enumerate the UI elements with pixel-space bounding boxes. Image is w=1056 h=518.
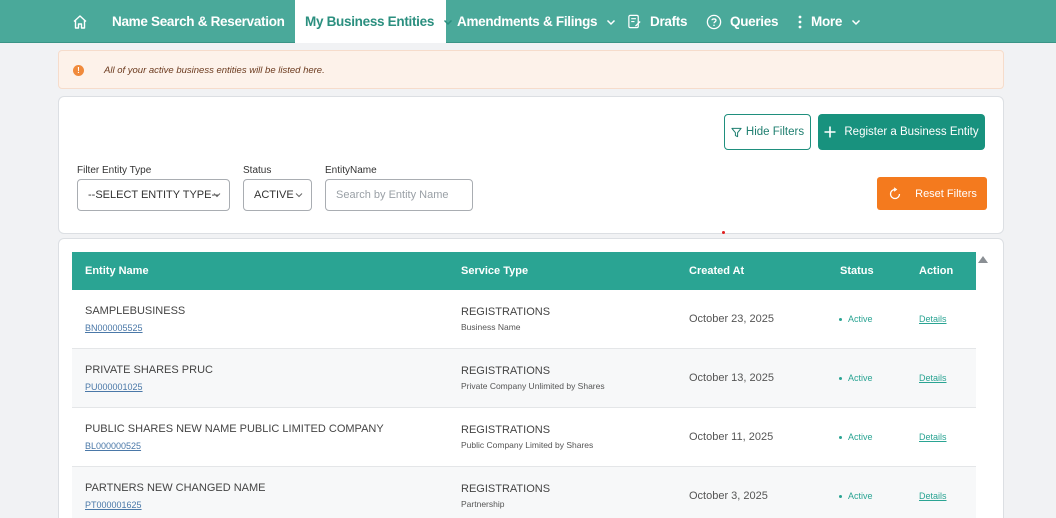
entity-code-link[interactable]: PT000001625 <box>85 500 142 510</box>
entities-table-card: Entity Name Service Type Created At Stat… <box>58 238 1004 518</box>
refresh-icon <box>889 186 901 199</box>
nav-my-business-entities[interactable]: My Business Entities <box>295 0 453 43</box>
entity-name: PRIVATE SHARES PRUC <box>85 364 213 376</box>
filter-icon <box>731 127 742 137</box>
header-entity-name: Entity Name <box>85 265 149 277</box>
chevron-down-icon <box>295 193 303 198</box>
hide-filters-label: Hide Filters <box>745 126 805 138</box>
entity-name: PUBLIC SHARES NEW NAME PUBLIC LIMITED CO… <box>85 423 384 435</box>
created-at: October 3, 2025 <box>689 490 768 502</box>
status-badge: Active <box>839 314 873 324</box>
entity-type-select[interactable]: --SELECT ENTITY TYPE-- <box>77 179 230 211</box>
service-type: REGISTRATIONS <box>461 306 551 318</box>
status-badge: Active <box>839 432 873 442</box>
created-at: October 13, 2025 <box>689 372 775 384</box>
nav-drafts[interactable]: Drafts <box>616 0 695 43</box>
service-subtype: Public Company Limited by Shares <box>461 440 594 450</box>
entity-name-placeholder: Search by Entity Name <box>336 189 449 201</box>
status-dot-icon <box>839 377 842 381</box>
entity-name-label: EntityName <box>325 165 377 176</box>
entity-name-search-input[interactable]: Search by Entity Name <box>325 179 473 211</box>
status-value: ACTIVE <box>254 189 294 201</box>
status-label: Status <box>243 165 272 176</box>
drafts-icon <box>628 14 641 29</box>
chevron-down-icon <box>213 193 221 198</box>
created-at: October 11, 2025 <box>689 431 774 443</box>
chevron-down-icon <box>607 19 616 25</box>
chevron-down-icon <box>852 19 861 25</box>
table-row: SAMPLEBUSINESS BN000005525 REGISTRATIONS… <box>72 290 976 349</box>
plus-icon <box>824 126 836 138</box>
details-link[interactable]: Details <box>919 432 947 442</box>
table-row: PRIVATE SHARES PRUC PU000001025 REGISTRA… <box>72 349 976 408</box>
service-type: REGISTRATIONS <box>461 365 551 377</box>
reset-filters-label: Reset Filters <box>915 187 977 200</box>
nav-drafts-label: Drafts <box>650 14 688 29</box>
entity-code-link[interactable]: BL000000525 <box>85 441 141 451</box>
nav-my-business-entities-label: My Business Entities <box>305 14 435 29</box>
details-link[interactable]: Details <box>919 373 947 383</box>
alert-icon: ! <box>73 65 84 76</box>
nav-more-label: More <box>811 14 843 29</box>
status-badge: Active <box>839 373 873 383</box>
created-at: October 23, 2025 <box>689 313 775 325</box>
nav-queries[interactable]: Queries <box>695 0 785 43</box>
scroll-up-arrow-icon[interactable] <box>978 256 988 263</box>
table-row: PARTNERS NEW CHANGED NAME PT000001625 RE… <box>72 467 976 518</box>
nav-amendments-filings-label: Amendments & Filings <box>457 14 598 29</box>
entity-code-link[interactable]: PU000001025 <box>85 382 143 392</box>
top-navbar: Name Search & Reservation My Business En… <box>0 0 1056 43</box>
hide-filters-button[interactable]: Hide Filters <box>724 114 811 150</box>
table-row: PUBLIC SHARES NEW NAME PUBLIC LIMITED CO… <box>72 408 976 467</box>
entity-name: PARTNERS NEW CHANGED NAME <box>85 482 266 494</box>
nav-home[interactable] <box>60 0 100 43</box>
status-text: Active <box>848 314 873 324</box>
register-business-entity-button[interactable]: Register a Business Entity <box>818 114 985 150</box>
status-text: Active <box>848 491 873 501</box>
status-dot-icon <box>839 436 842 440</box>
entity-code-link[interactable]: BN000005525 <box>85 323 143 333</box>
status-text: Active <box>848 432 873 442</box>
nav-amendments-filings[interactable]: Amendments & Filings <box>446 0 616 43</box>
register-business-entity-label: Register a Business Entity <box>844 126 979 138</box>
entity-type-value: --SELECT ENTITY TYPE-- <box>88 189 219 201</box>
table-header: Entity Name Service Type Created At Stat… <box>72 252 976 290</box>
status-dot-icon <box>839 495 842 499</box>
service-subtype: Business Name <box>461 322 521 332</box>
header-status: Status <box>840 265 874 277</box>
nav-more[interactable]: More <box>785 0 885 43</box>
help-circle-icon <box>706 14 722 29</box>
alert-text: All of your active business entities wil… <box>104 65 325 76</box>
info-alert: ! All of your active business entities w… <box>58 50 1004 89</box>
details-link[interactable]: Details <box>919 491 947 501</box>
details-link[interactable]: Details <box>919 314 947 324</box>
nav-name-search[interactable]: Name Search & Reservation <box>100 0 303 43</box>
status-badge: Active <box>839 491 873 501</box>
entity-type-label: Filter Entity Type <box>77 165 152 176</box>
header-action: Action <box>919 265 954 277</box>
status-dot-icon <box>839 318 842 322</box>
service-subtype: Partnership <box>461 499 505 509</box>
more-vertical-icon <box>798 15 802 28</box>
header-service-type: Service Type <box>461 265 529 277</box>
nav-name-search-label: Name Search & Reservation <box>112 14 285 29</box>
status-select[interactable]: ACTIVE <box>243 179 312 211</box>
header-created-at: Created At <box>689 265 745 277</box>
indicator-dot <box>722 231 725 234</box>
service-type: REGISTRATIONS <box>461 483 551 495</box>
service-subtype: Private Company Unlimited by Shares <box>461 381 605 391</box>
entity-name: SAMPLEBUSINESS <box>85 305 186 317</box>
service-type: REGISTRATIONS <box>461 424 551 436</box>
status-text: Active <box>848 373 873 383</box>
home-icon <box>73 14 87 29</box>
filter-panel: Hide Filters Register a Business Entity … <box>58 96 1004 234</box>
reset-filters-button[interactable]: Reset Filters <box>877 177 987 210</box>
nav-queries-label: Queries <box>730 14 779 29</box>
